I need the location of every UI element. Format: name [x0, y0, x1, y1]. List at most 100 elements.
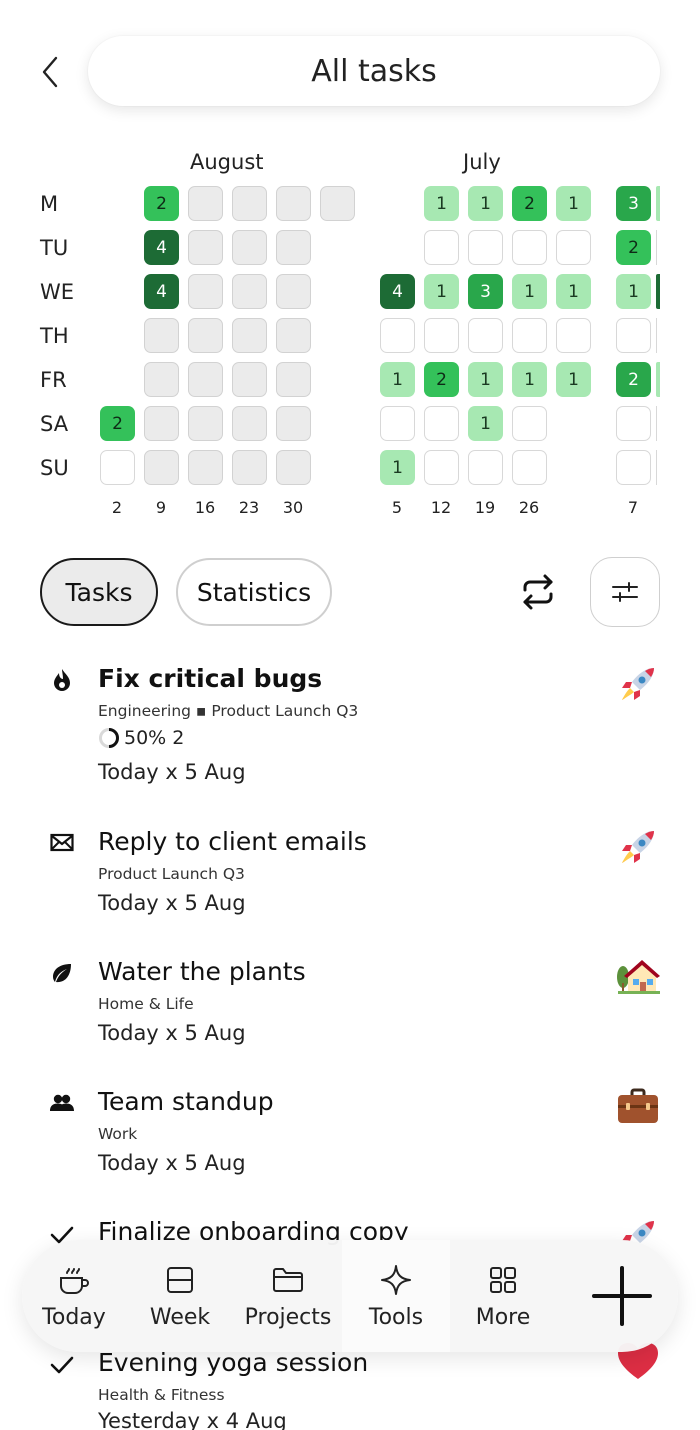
heatmap-cell[interactable]: 1: [468, 362, 503, 397]
heatmap-cell[interactable]: [188, 274, 223, 309]
heatmap-cell[interactable]: [188, 406, 223, 441]
heatmap-cell[interactable]: [276, 362, 311, 397]
heatmap-cell[interactable]: 3: [616, 186, 651, 221]
bottom-navigation: Today Week Projects Tools More: [22, 1240, 678, 1352]
check-icon: [48, 1351, 76, 1379]
filter-button[interactable]: [590, 557, 660, 627]
flame-icon: [48, 666, 76, 694]
heatmap-cell[interactable]: [232, 186, 267, 221]
heatmap-cell[interactable]: 1: [616, 274, 651, 309]
nav-projects-label: Projects: [244, 1304, 332, 1330]
day-label-monday: M: [40, 192, 59, 216]
heatmap-cell[interactable]: [232, 274, 267, 309]
heatmap-cell[interactable]: [616, 450, 651, 485]
heatmap-cell[interactable]: [512, 318, 547, 353]
heatmap-cell[interactable]: [276, 450, 311, 485]
heatmap-cell[interactable]: 2: [424, 362, 459, 397]
heatmap-cell[interactable]: [512, 450, 547, 485]
heatmap-cell[interactable]: [232, 450, 267, 485]
heatmap-cell[interactable]: [276, 230, 311, 265]
heatmap-cell[interactable]: [276, 274, 311, 309]
heatmap-cell[interactable]: 1: [424, 274, 459, 309]
heatmap-cell[interactable]: 4: [144, 274, 179, 309]
heatmap-cell[interactable]: [468, 230, 503, 265]
heatmap-cell[interactable]: [320, 186, 355, 221]
nav-tools[interactable]: Tools: [342, 1240, 450, 1352]
heatmap-cell[interactable]: [556, 230, 591, 265]
heatmap-cell[interactable]: 1: [380, 450, 415, 485]
nav-projects[interactable]: Projects: [234, 1240, 342, 1352]
heatmap-cell[interactable]: 4: [144, 230, 179, 265]
heatmap-cell[interactable]: [144, 406, 179, 441]
heatmap-cell[interactable]: [276, 186, 311, 221]
nav-more-label: More: [475, 1304, 531, 1330]
task-item[interactable]: Evening yoga session Health & Fitness Ye…: [0, 1343, 700, 1430]
task-item[interactable]: Water the plants Home & Life Today x 5 A…: [0, 953, 700, 1063]
heatmap-cell[interactable]: [424, 406, 459, 441]
heatmap-cell[interactable]: [512, 230, 547, 265]
heatmap-cell[interactable]: [232, 318, 267, 353]
heatmap-cell[interactable]: [556, 318, 591, 353]
task-item[interactable]: Reply to client emails Product Launch Q3…: [0, 823, 700, 933]
heatmap-cell[interactable]: 1: [468, 186, 503, 221]
heatmap-cell[interactable]: 2: [512, 186, 547, 221]
heatmap-cell[interactable]: [380, 406, 415, 441]
heatmap-cell[interactable]: [188, 186, 223, 221]
nav-week[interactable]: Week: [126, 1240, 234, 1352]
heatmap-cell[interactable]: 1: [556, 362, 591, 397]
heatmap-cell[interactable]: [512, 406, 547, 441]
heatmap-cell[interactable]: [232, 406, 267, 441]
heatmap-cell[interactable]: 4: [380, 274, 415, 309]
month-label-july: July: [463, 150, 501, 174]
heatmap-cell[interactable]: 2: [616, 230, 651, 265]
heatmap-cell[interactable]: [232, 230, 267, 265]
heatmap-cell[interactable]: [616, 318, 651, 353]
task-item[interactable]: Team standup Work Today x 5 Aug: [0, 1083, 700, 1193]
heatmap-cell[interactable]: [188, 230, 223, 265]
back-button[interactable]: [34, 52, 66, 92]
tab-statistics[interactable]: Statistics: [176, 558, 332, 626]
heatmap-cell[interactable]: [380, 318, 415, 353]
heatmap-cell[interactable]: 1: [380, 362, 415, 397]
heatmap-cell[interactable]: [276, 318, 311, 353]
heatmap-cell[interactable]: 2: [100, 406, 135, 441]
heatmap-cell[interactable]: [232, 362, 267, 397]
heatmap-cell[interactable]: [144, 450, 179, 485]
heatmap-cell[interactable]: 1: [512, 362, 547, 397]
heatmap-cell[interactable]: 1: [556, 186, 591, 221]
heatmap-cell[interactable]: 1: [556, 274, 591, 309]
repeat-button[interactable]: [512, 566, 564, 618]
day-label-friday: FR: [40, 368, 67, 392]
heatmap-cell[interactable]: 3: [468, 274, 503, 309]
task-item[interactable]: Fix critical bugs Engineering ▪ Product …: [0, 660, 700, 800]
coffee-cup-icon: [57, 1263, 91, 1297]
tab-tasks[interactable]: Tasks: [40, 558, 158, 626]
heatmap-cell[interactable]: [424, 318, 459, 353]
heatmap-cell[interactable]: [424, 450, 459, 485]
heatmap-cell[interactable]: [468, 318, 503, 353]
nav-more[interactable]: More: [450, 1240, 556, 1352]
heatmap-cell[interactable]: [188, 362, 223, 397]
heatmap-cell[interactable]: [100, 450, 135, 485]
sparkle-icon: [379, 1263, 413, 1297]
heatmap-cell[interactable]: [144, 362, 179, 397]
nav-today[interactable]: Today: [22, 1240, 126, 1352]
add-task-button[interactable]: [586, 1260, 658, 1332]
heatmap-cell[interactable]: [468, 450, 503, 485]
plus-icon: [592, 1266, 652, 1326]
heatmap-cell[interactable]: 1: [512, 274, 547, 309]
heatmap-cell-partial: [656, 186, 660, 221]
heatmap-cell[interactable]: [616, 406, 651, 441]
task-subtitle: Product Launch Q3: [98, 865, 245, 883]
heatmap-cell[interactable]: [424, 230, 459, 265]
heatmap-cell[interactable]: [188, 318, 223, 353]
rocket-icon: [622, 668, 654, 700]
heatmap-cell[interactable]: 1: [468, 406, 503, 441]
heatmap-cell[interactable]: [144, 318, 179, 353]
heatmap-cell[interactable]: 2: [144, 186, 179, 221]
heatmap-cell[interactable]: [276, 406, 311, 441]
heatmap-cell[interactable]: 2: [616, 362, 651, 397]
week-label: 19: [474, 498, 496, 517]
heatmap-cell[interactable]: [188, 450, 223, 485]
heatmap-cell[interactable]: 1: [424, 186, 459, 221]
